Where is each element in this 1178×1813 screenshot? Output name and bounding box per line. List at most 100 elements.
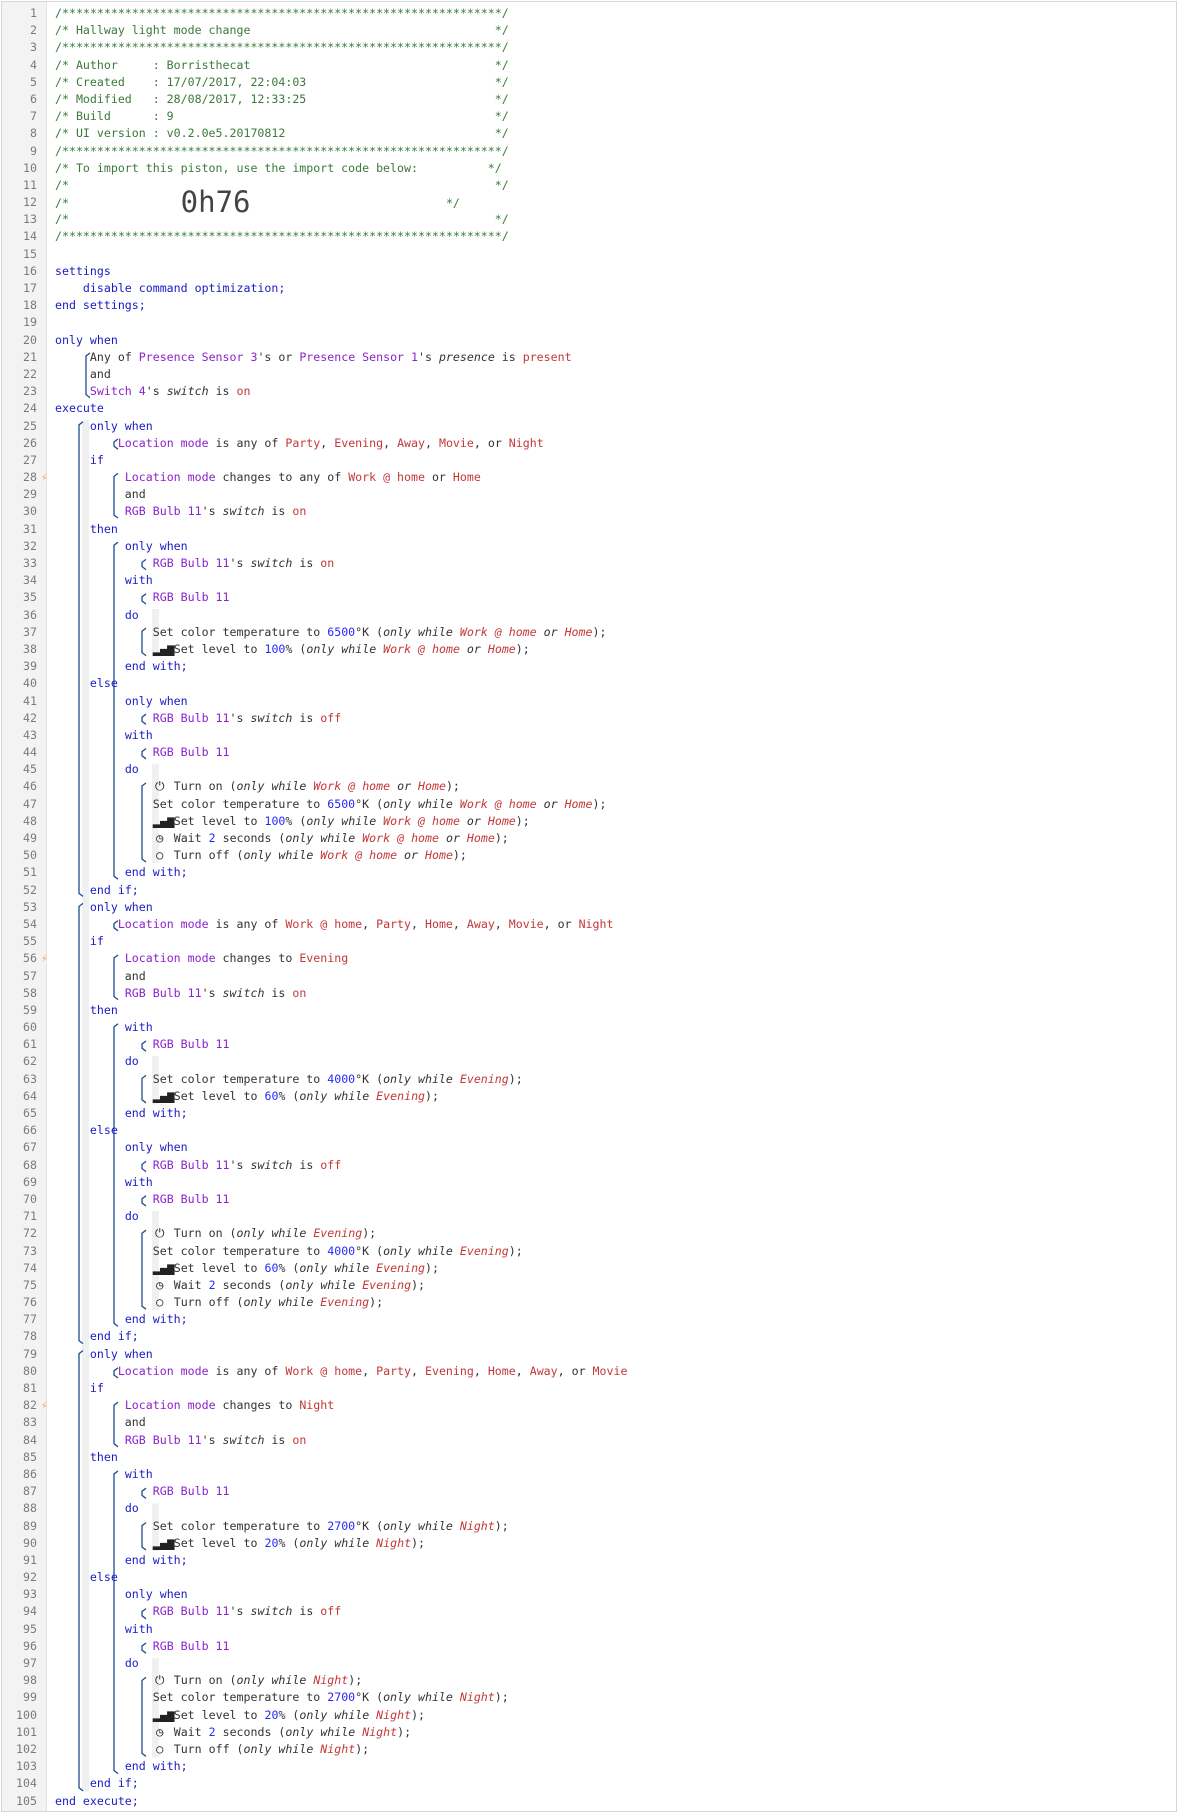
- code-token: /* Build : 9 */: [55, 109, 509, 124]
- code-token: RGB Bulb 11: [152, 590, 230, 605]
- line-number: 66: [23, 1123, 37, 1138]
- code-text: RGB Bulb 11: [55, 1036, 230, 1053]
- code-token: or: [390, 779, 419, 794]
- code-line: 15: [2, 246, 1176, 263]
- code-token: Away: [529, 1363, 558, 1378]
- code-token: );: [411, 1535, 426, 1550]
- code-line: 43 with: [2, 727, 1176, 744]
- code-value: Evening: [459, 1243, 509, 1258]
- code-value: Night: [459, 1518, 495, 1533]
- line-number: 45: [23, 762, 37, 777]
- code-text: with: [55, 1621, 153, 1638]
- code-line: 9 /**************************************…: [2, 143, 1176, 160]
- code-token: Wait: [166, 1724, 209, 1739]
- line-number: 44: [23, 745, 37, 760]
- clock-icon: ◷: [156, 1277, 164, 1292]
- code-token: Set color temperature to: [55, 1243, 328, 1258]
- line-number: 84: [23, 1432, 37, 1447]
- line-number: 17: [23, 281, 37, 295]
- code-token: RGB Bulb 11: [124, 985, 202, 1000]
- code-token: Set level to: [166, 641, 265, 656]
- line-number: 71: [23, 1209, 37, 1224]
- line-number: 30: [23, 504, 37, 519]
- code-line: 30 RGB Bulb 11's switch is on: [2, 503, 1176, 520]
- code-text: Location mode changes to any of Work @ h…: [55, 469, 481, 486]
- code-text: RGB Bulb 11's switch is on: [55, 1432, 307, 1449]
- code-token: off: [320, 1157, 342, 1172]
- code-token: switch: [250, 710, 293, 725]
- power-icon: ⏻: [154, 1673, 165, 1688]
- code-token: % (: [278, 1535, 300, 1550]
- line-number: 58: [23, 985, 37, 1000]
- code-line: 28 ⚡ Location mode changes to any of Work…: [2, 469, 1176, 486]
- line-number: 26: [23, 435, 37, 450]
- code-token: /* Hallway light mode change */: [55, 23, 509, 38]
- code-token: is: [494, 349, 523, 364]
- code-value: Home: [564, 624, 593, 639]
- line-number: 4: [30, 57, 37, 72]
- code-token: Location mode: [117, 435, 209, 450]
- code-token: Away: [466, 916, 495, 931]
- line-number: 14: [23, 229, 37, 244]
- code-value: Home: [487, 641, 516, 656]
- line-number: 74: [23, 1260, 37, 1275]
- piston-code-viewer: 1 /**************************************…: [1, 1, 1177, 1812]
- code-text: with: [55, 727, 153, 744]
- code-token: 's: [229, 710, 251, 725]
- code-text: Switch 4's switch is on: [55, 383, 251, 400]
- code-token: only while: [299, 1260, 377, 1275]
- code-line: 77 end with;: [2, 1311, 1176, 1328]
- circle-icon: ○: [156, 1295, 164, 1310]
- line-number: 13: [23, 212, 37, 227]
- code-line: 45 do: [2, 761, 1176, 778]
- line-number: 28: [23, 470, 37, 485]
- code-text: ▂▄▆ Set level to 100% (only while Work @…: [55, 641, 530, 658]
- code-line: 81 if: [2, 1380, 1176, 1397]
- line-number: 18: [23, 298, 37, 313]
- code-line: 83 and: [2, 1414, 1176, 1431]
- code-text: /* Modified : 28/08/2017, 12:33:25 */: [55, 91, 509, 108]
- code-line: 86 with: [2, 1466, 1176, 1483]
- code-token: ,: [383, 435, 398, 450]
- code-token: );: [508, 1071, 523, 1086]
- code-token: Wait: [166, 831, 209, 845]
- code-text: Location mode changes to Night: [55, 1397, 334, 1414]
- clock-icon: ◷: [156, 831, 164, 845]
- line-number: 27: [23, 452, 37, 467]
- line-number: 47: [23, 796, 37, 811]
- code-line: 56 ⚡ Location mode changes to Evening: [2, 950, 1176, 967]
- code-token: Set color temperature to: [55, 1071, 328, 1086]
- line-number: 81: [23, 1381, 37, 1395]
- code-token: if: [89, 1381, 104, 1395]
- code-line: 13 /* */: [2, 211, 1176, 228]
- code-token: 20: [264, 1535, 279, 1550]
- code-token: 's: [229, 556, 251, 570]
- code-line: 48 ▂▄▆ Set level to 100% (only while Wor…: [2, 813, 1176, 830]
- line-number: 59: [23, 1002, 37, 1017]
- code-value: Evening: [376, 1088, 426, 1103]
- code-text: and: [55, 486, 146, 503]
- line-number: 92: [23, 1570, 37, 1585]
- trigger-bolt-icon: ⚡: [41, 1399, 48, 1413]
- code-line: 54 Location mode is any of Work @ home, …: [2, 916, 1176, 933]
- code-token: end if;: [89, 1776, 139, 1791]
- code-line: 19: [2, 314, 1176, 331]
- code-token: Location mode: [124, 951, 216, 966]
- line-number: 16: [23, 263, 37, 278]
- code-line: 37 Set color temperature to 6500°K (only…: [2, 624, 1176, 641]
- line-number: 42: [23, 710, 37, 725]
- code-line: 64 ▂▄▆ Set level to 60% (only while Even…: [2, 1088, 1176, 1105]
- code-token: 4000: [327, 1243, 356, 1258]
- code-value: Work @ home: [362, 831, 439, 845]
- code-token: switch: [222, 985, 265, 1000]
